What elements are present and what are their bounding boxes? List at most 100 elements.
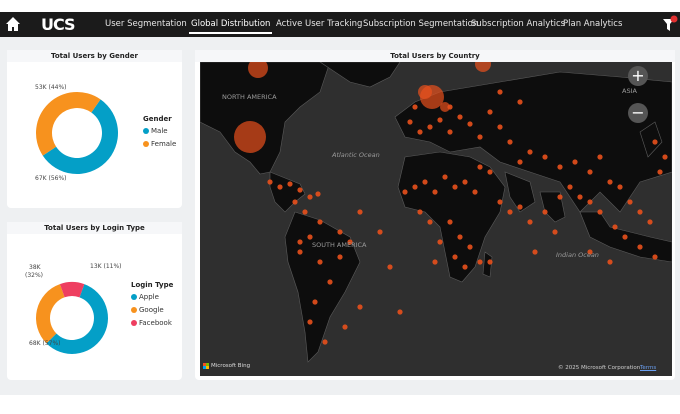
zoom-out-button[interactable]: − (628, 103, 648, 123)
country-bubble[interactable] (507, 139, 513, 145)
legend-facebook[interactable]: Facebook (131, 319, 172, 327)
tab-user-segmentation[interactable]: User Segmentation (105, 19, 187, 29)
tab-subscription-segmentation[interactable]: Subscription Segmentation (363, 19, 478, 29)
country-bubble[interactable] (427, 219, 433, 225)
country-bubble[interactable] (662, 154, 668, 160)
country-bubble[interactable] (327, 279, 333, 285)
country-bubble[interactable] (477, 259, 483, 265)
country-bubble[interactable] (337, 254, 343, 260)
country-bubble[interactable] (432, 259, 438, 265)
country-bubble[interactable] (557, 194, 563, 200)
country-bubble[interactable] (467, 121, 473, 127)
zoom-in-button[interactable]: + (628, 66, 648, 86)
tab-active-user-tracking[interactable]: Active User Tracking (276, 19, 362, 29)
country-bubble[interactable] (572, 159, 578, 165)
country-bubble[interactable] (622, 234, 628, 240)
country-bubble[interactable] (267, 179, 273, 185)
country-bubble[interactable] (532, 249, 538, 255)
country-bubble[interactable] (475, 62, 491, 72)
country-bubble[interactable] (617, 184, 623, 190)
country-bubble[interactable] (457, 234, 463, 240)
country-bubble[interactable] (412, 184, 418, 190)
country-bubble[interactable] (432, 189, 438, 195)
country-bubble[interactable] (477, 134, 483, 140)
country-bubble[interactable] (442, 174, 448, 180)
country-bubble[interactable] (357, 304, 363, 310)
country-bubble[interactable] (487, 109, 493, 115)
country-bubble[interactable] (397, 309, 403, 315)
legend-google[interactable]: Google (131, 306, 164, 314)
terms-link[interactable]: Terms (640, 365, 656, 371)
country-bubble[interactable] (587, 199, 593, 205)
country-bubble[interactable] (487, 169, 493, 175)
country-bubble[interactable] (452, 184, 458, 190)
country-bubble[interactable] (647, 219, 653, 225)
country-bubble[interactable] (652, 139, 658, 145)
world-map[interactable]: NORTH AMERICA ASIA Atlantic Ocean SOUTH … (200, 62, 672, 376)
country-bubble[interactable] (567, 184, 573, 190)
country-bubble[interactable] (627, 199, 633, 205)
country-bubble[interactable] (317, 219, 323, 225)
country-bubble[interactable] (307, 319, 313, 325)
country-bubble[interactable] (315, 191, 321, 197)
country-bubble[interactable] (497, 124, 503, 130)
country-bubble[interactable] (292, 199, 298, 205)
country-bubble[interactable] (542, 154, 548, 160)
country-bubble[interactable] (597, 154, 603, 160)
tab-subscription-analytics[interactable]: Subscription Analytics (471, 19, 565, 29)
country-bubble[interactable] (497, 89, 503, 95)
country-bubble[interactable] (577, 194, 583, 200)
slice-female[interactable] (36, 92, 101, 156)
country-bubble[interactable] (637, 244, 643, 250)
country-bubble[interactable] (342, 324, 348, 330)
country-bubble[interactable] (542, 209, 548, 215)
slice-google[interactable] (35, 284, 65, 344)
country-bubble[interactable] (507, 209, 513, 215)
country-bubble[interactable] (437, 117, 443, 123)
country-bubble[interactable] (234, 121, 266, 153)
country-bubble[interactable] (297, 239, 303, 245)
legend-apple[interactable]: Apple (131, 293, 159, 301)
country-bubble[interactable] (462, 264, 468, 270)
country-bubble[interactable] (427, 124, 433, 130)
country-bubble[interactable] (497, 199, 503, 205)
country-bubble[interactable] (447, 104, 453, 110)
country-bubble[interactable] (422, 179, 428, 185)
country-bubble[interactable] (312, 299, 318, 305)
country-bubble[interactable] (487, 259, 493, 265)
country-bubble[interactable] (467, 244, 473, 250)
tab-plan-analytics[interactable]: Plan Analytics (563, 19, 622, 29)
country-bubble[interactable] (527, 149, 533, 155)
country-bubble[interactable] (517, 159, 523, 165)
country-bubble[interactable] (437, 239, 443, 245)
tab-global-distribution[interactable]: Global Distribution (188, 19, 273, 34)
country-bubble[interactable] (527, 219, 533, 225)
country-bubble[interactable] (357, 209, 363, 215)
country-bubble[interactable] (607, 259, 613, 265)
map-canvas[interactable] (200, 62, 672, 376)
country-bubble[interactable] (407, 119, 413, 125)
country-bubble[interactable] (317, 259, 323, 265)
country-bubble[interactable] (417, 209, 423, 215)
country-bubble[interactable] (402, 189, 408, 195)
country-bubble[interactable] (637, 209, 643, 215)
country-bubble[interactable] (277, 184, 283, 190)
country-bubble[interactable] (652, 254, 658, 260)
country-bubble[interactable] (297, 249, 303, 255)
country-bubble[interactable] (517, 204, 523, 210)
country-bubble[interactable] (557, 164, 563, 170)
country-bubble[interactable] (587, 169, 593, 175)
country-bubble[interactable] (462, 179, 468, 185)
country-bubble[interactable] (452, 254, 458, 260)
country-bubble[interactable] (387, 264, 393, 270)
country-bubble[interactable] (337, 229, 343, 235)
country-bubble[interactable] (307, 194, 313, 200)
country-bubble[interactable] (447, 129, 453, 135)
country-bubble[interactable] (477, 164, 483, 170)
filter-icon[interactable] (662, 15, 678, 33)
country-bubble[interactable] (612, 224, 618, 230)
country-bubble[interactable] (412, 104, 418, 110)
country-bubble[interactable] (418, 85, 432, 99)
country-bubble[interactable] (307, 234, 313, 240)
country-bubble[interactable] (287, 181, 293, 187)
